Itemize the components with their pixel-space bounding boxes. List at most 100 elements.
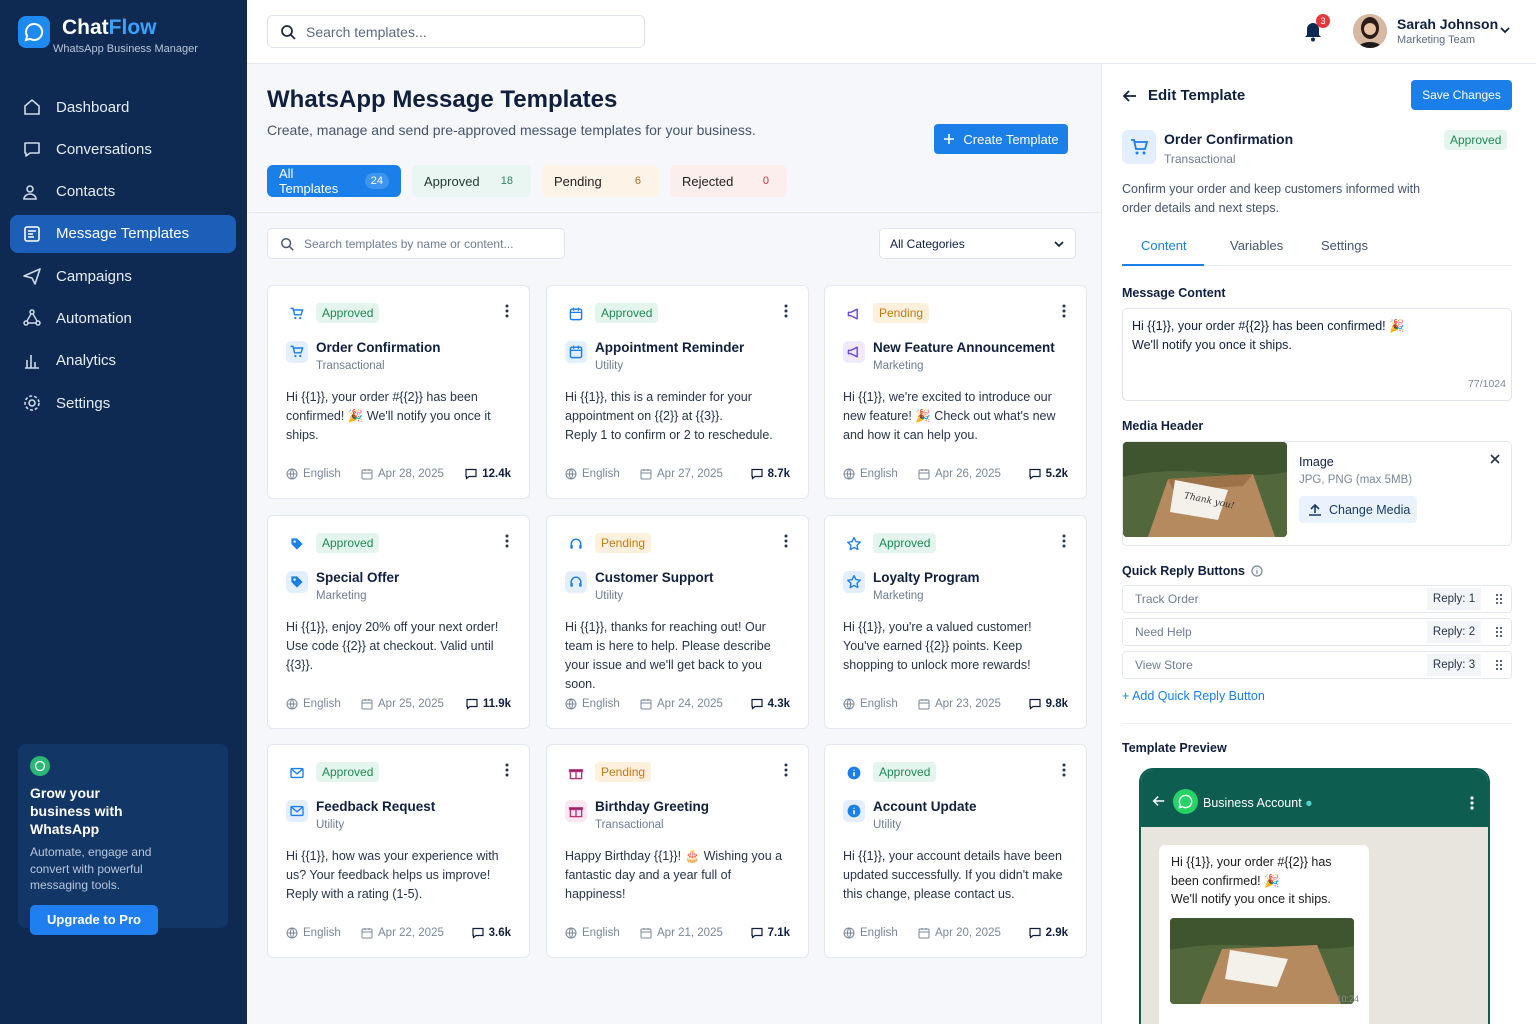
- kebab-menu-icon[interactable]: [505, 534, 509, 548]
- filter-approved[interactable]: Approved 18: [412, 165, 531, 197]
- change-media-button[interactable]: Change Media: [1299, 496, 1417, 523]
- global-search-input[interactable]: Search templates...: [267, 15, 645, 48]
- category-select[interactable]: All Categories: [879, 228, 1076, 259]
- date-label: Apr 23, 2025: [935, 698, 1001, 710]
- calendar-icon: [361, 928, 373, 939]
- language-label: English: [860, 927, 898, 939]
- quick-reply-row[interactable]: Track Order Reply: 1: [1122, 585, 1512, 613]
- media-thumbnail: Thank you!: [1123, 442, 1287, 537]
- kebab-menu-icon[interactable]: [1062, 304, 1066, 318]
- sent-value: 12.4k: [482, 468, 511, 480]
- kebab-menu-icon[interactable]: [505, 763, 509, 777]
- info-icon: [845, 764, 863, 782]
- template-title: Appointment Reminder: [595, 340, 745, 355]
- sidebar-item-analytics[interactable]: Analytics: [10, 342, 236, 380]
- chevron-down-icon: [1054, 240, 1064, 247]
- tab-settings[interactable]: Settings: [1321, 238, 1368, 253]
- upgrade-button[interactable]: Upgrade to Pro: [30, 904, 158, 935]
- sidebar-item-settings[interactable]: Settings: [10, 384, 236, 422]
- sidebar-item-conversations[interactable]: Conversations: [10, 130, 236, 168]
- media-header-box: Thank you! Image JPG, PNG (max 5MB) Chan…: [1122, 441, 1512, 546]
- template-title: Special Offer: [316, 570, 400, 585]
- kebab-menu-icon[interactable]: [784, 304, 788, 318]
- status-badge: Approved: [316, 762, 380, 782]
- drag-handle-icon[interactable]: [1487, 659, 1511, 671]
- tab-variables[interactable]: Variables: [1230, 238, 1283, 253]
- sidebar-item-label: Contacts: [56, 183, 116, 201]
- preview-header: Business Account ●: [1141, 770, 1488, 827]
- kebab-menu-icon[interactable]: [784, 534, 788, 548]
- drag-handle-icon[interactable]: [1487, 626, 1511, 638]
- status-badge: Approved: [1444, 130, 1508, 150]
- quick-reply-text[interactable]: View Store: [1123, 658, 1427, 672]
- search-placeholder: Search templates by name or content...: [304, 236, 514, 251]
- filter-all[interactable]: All Templates 24: [267, 165, 401, 197]
- filter-rejected[interactable]: Rejected 0: [670, 165, 787, 197]
- kebab-menu-icon[interactable]: [1062, 534, 1066, 548]
- drag-handle-icon[interactable]: [1487, 593, 1511, 605]
- template-card[interactable]: Approved Appointment Reminder Utility Hi {{…: [546, 285, 809, 499]
- back-arrow-icon[interactable]: [1122, 88, 1138, 104]
- message-content-label: Message Content: [1122, 286, 1226, 300]
- language: English: [565, 927, 640, 939]
- sidebar-item-automation[interactable]: Automation: [10, 299, 236, 337]
- quick-reply-row[interactable]: Need Help Reply: 2: [1122, 618, 1512, 646]
- avatar[interactable]: [1353, 14, 1387, 48]
- chevron-down-icon[interactable]: [1499, 24, 1511, 36]
- date: Apr 26, 2025: [918, 468, 1029, 480]
- template-card[interactable]: Approved Order Confirmation Transactional H…: [267, 285, 530, 499]
- language: English: [565, 698, 640, 710]
- kebab-menu-icon[interactable]: [784, 763, 788, 777]
- sidebar-item-message-templates[interactable]: Message Templates: [10, 214, 236, 253]
- message-content-textarea[interactable]: Hi {{1}}, your order #{{2}} has been con…: [1122, 308, 1512, 401]
- sidebar-item-campaigns[interactable]: Campaigns: [10, 257, 236, 295]
- template-card[interactable]: Approved Loyalty Program Marketing Hi {{1}}…: [824, 515, 1087, 729]
- add-quick-reply-button[interactable]: + Add Quick Reply Button: [1122, 689, 1265, 703]
- info-icon: [843, 800, 865, 822]
- mail-icon: [288, 764, 306, 782]
- message-icon: [1029, 468, 1041, 480]
- template-card[interactable]: Approved Special Offer Marketing Hi {{1}}, …: [267, 515, 530, 729]
- sidebar-item-dashboard[interactable]: Dashboard: [10, 88, 236, 126]
- quick-reply-title: Quick Reply Buttons: [1122, 564, 1245, 578]
- template-card[interactable]: Pending New Feature Announcement Marketing…: [824, 285, 1087, 499]
- template-description: Confirm your order and keep customers in…: [1122, 182, 1421, 215]
- template-card[interactable]: Pending Customer Support Utility Hi {{1}}, …: [546, 515, 809, 729]
- date-label: Apr 27, 2025: [657, 468, 723, 480]
- template-body: Hi {{1}}, we're excited to introduce our…: [843, 390, 1056, 442]
- upload-icon: [1309, 503, 1321, 516]
- template-category: Marketing: [873, 590, 924, 602]
- date-label: Apr 25, 2025: [378, 698, 444, 710]
- users-icon: [23, 184, 37, 200]
- close-icon[interactable]: [1489, 453, 1501, 465]
- template-search-input[interactable]: Search templates by name or content...: [267, 228, 565, 259]
- template-body: Hi {{1}}, your order #{{2}} has been con…: [286, 390, 491, 442]
- create-template-label: Create Template: [963, 131, 1059, 147]
- quick-reply-text[interactable]: Need Help: [1123, 625, 1427, 639]
- template-card[interactable]: Approved Account Update Utility Hi {{1}}, y…: [824, 744, 1087, 958]
- template-icon: [24, 226, 40, 242]
- template-card[interactable]: Approved Feedback Request Utility Hi {{1}},…: [267, 744, 530, 958]
- chatflow-logo-icon: [18, 16, 50, 48]
- kebab-menu-icon[interactable]: [1062, 763, 1066, 777]
- create-template-button[interactable]: Create Template: [934, 124, 1068, 154]
- promo-title: Grow your business with WhatsApp: [30, 785, 123, 837]
- calendar-icon: [640, 699, 652, 710]
- gift-icon: [567, 764, 585, 782]
- language-label: English: [582, 468, 620, 480]
- quick-reply-text[interactable]: Track Order: [1123, 592, 1427, 606]
- save-changes-button[interactable]: Save Changes: [1411, 80, 1512, 110]
- template-title: Loyalty Program: [873, 570, 980, 585]
- globe-icon: [286, 468, 298, 480]
- template-card[interactable]: Pending Birthday Greeting Transactional Hap…: [546, 744, 809, 958]
- quick-reply-payload: Reply: 2: [1427, 621, 1481, 643]
- quick-reply-row[interactable]: View Store Reply: 3: [1122, 651, 1512, 679]
- info-icon[interactable]: [1251, 565, 1263, 577]
- kebab-menu-icon[interactable]: [505, 304, 509, 318]
- sidebar-item-label: Automation: [56, 309, 132, 327]
- filter-pending[interactable]: Pending 6: [542, 165, 659, 197]
- sidebar-item-contacts[interactable]: Contacts: [10, 173, 236, 211]
- calendar-icon: [918, 469, 930, 480]
- date-label: Apr 20, 2025: [935, 927, 1001, 939]
- tab-content[interactable]: Content: [1141, 238, 1187, 253]
